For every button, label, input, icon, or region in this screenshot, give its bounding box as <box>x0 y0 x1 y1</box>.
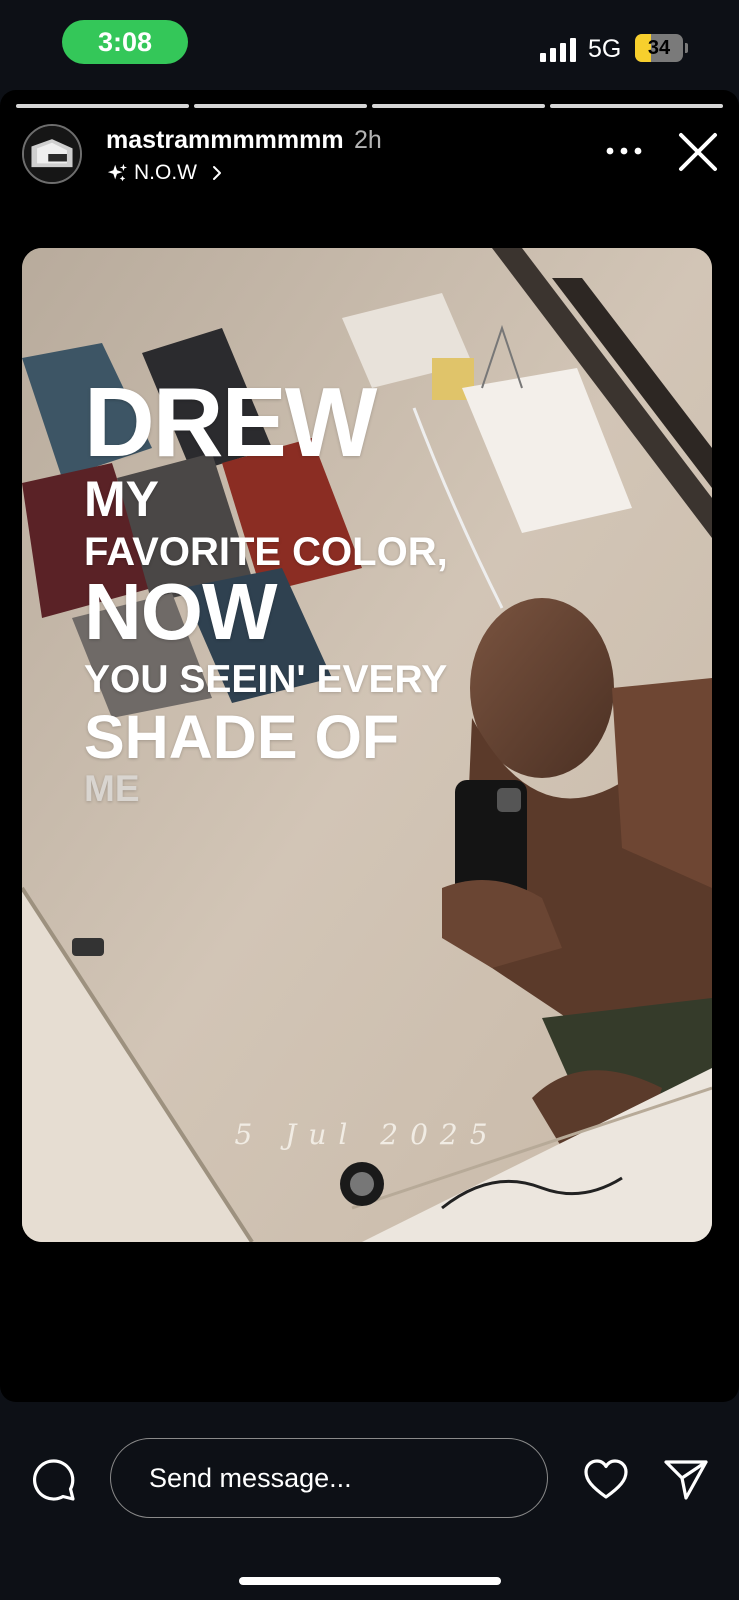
story-username[interactable]: mastrammmmmmm <box>106 126 344 155</box>
overlay-line: MY <box>84 471 159 527</box>
overlay-line: SHADE OF <box>84 703 400 771</box>
progress-segment <box>16 104 189 108</box>
chevron-right-icon <box>213 166 221 180</box>
story-subtitle-label: N.O.W <box>134 161 197 184</box>
more-dots-icon[interactable] <box>604 136 644 166</box>
overlay-line: ME <box>84 768 140 809</box>
status-time[interactable]: 3:08 <box>62 20 188 64</box>
overlay-line: YOU SEEIN' EVERY <box>84 658 448 701</box>
battery-level: 34 <box>647 36 671 59</box>
status-bar: 3:08 5G 34 <box>0 0 739 88</box>
battery-tip <box>685 43 688 53</box>
story-progress-bar <box>16 104 723 108</box>
home-indicator[interactable] <box>239 1577 501 1585</box>
comment-bubble-icon[interactable] <box>30 1456 78 1504</box>
sparkle-icon <box>107 163 128 182</box>
heart-icon[interactable] <box>582 1456 630 1504</box>
story-viewer[interactable]: mastrammmmmmm 2h N.O.W DREW MY FAVORITE … <box>0 90 739 1402</box>
story-photo: DREW MY FAVORITE COLOR, NOW YOU SEEIN' E… <box>22 248 712 1242</box>
story-time-ago: 2h <box>354 126 382 154</box>
progress-segment <box>194 104 367 108</box>
progress-segment <box>372 104 545 108</box>
story-subtitle-link[interactable]: N.O.W <box>106 158 225 188</box>
overlay-date: 5 Jul 2025 <box>234 1118 500 1151</box>
overlay-line: NOW <box>84 567 278 656</box>
network-type: 5G <box>588 35 622 63</box>
cellular-signal-icon <box>540 36 578 62</box>
progress-segment <box>550 104 723 108</box>
send-paper-plane-icon[interactable] <box>662 1454 710 1502</box>
battery-icon: 34 <box>635 34 683 62</box>
send-message-input[interactable] <box>110 1438 548 1518</box>
avatar[interactable] <box>22 124 82 184</box>
overlay-line: DREW <box>84 367 377 477</box>
story-reply-bar <box>0 1402 739 1600</box>
close-icon[interactable] <box>676 130 720 174</box>
